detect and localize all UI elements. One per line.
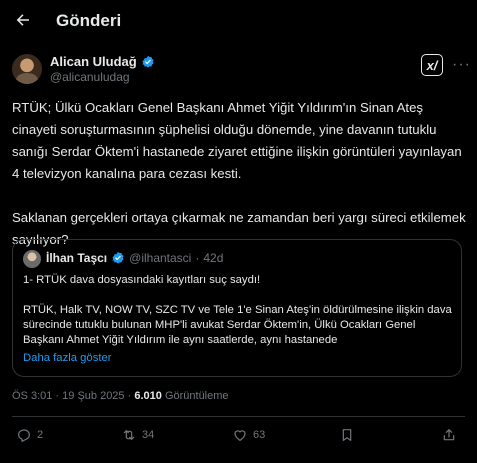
grok-icon: x/	[426, 57, 438, 73]
quote-text: 1- RTÜK dava dosyasındaki kayıtları suç …	[23, 274, 452, 346]
meta-separator: ·	[127, 390, 132, 402]
tweet-meta: ÖS 3:01 · 19 Şub 2025 · 6.010 Görüntülem…	[12, 390, 229, 402]
quote-age: 42d	[203, 251, 224, 265]
quote-author-avatar	[23, 250, 41, 268]
share-button[interactable]	[441, 427, 457, 443]
reply-icon	[18, 429, 30, 442]
quote-author-handle: @ilhantasci	[129, 251, 192, 265]
more-horizontal-icon: ···	[452, 56, 471, 73]
grok-button[interactable]: x/	[421, 54, 443, 76]
repost-icon	[123, 430, 135, 440]
bookmark-button[interactable]	[339, 427, 355, 443]
meta-separator: ·	[55, 390, 60, 402]
like-count: 63	[253, 429, 266, 441]
back-button[interactable]	[12, 9, 34, 31]
quote-author-name: İlhan Taşcı	[46, 251, 108, 265]
tweet-time[interactable]: ÖS 3:01	[12, 390, 52, 402]
verified-badge-icon	[142, 55, 154, 68]
arrow-left-icon	[16, 14, 29, 26]
share-icon	[443, 429, 455, 441]
author-name[interactable]: Alican Uludağ	[50, 54, 137, 69]
repost-button[interactable]: 34	[121, 427, 154, 443]
repost-count: 34	[142, 429, 155, 441]
action-bar: 2 34 63	[0, 427, 477, 451]
author-handle[interactable]: @alicanuludag	[50, 70, 130, 84]
page-title: Gönderi	[56, 11, 122, 30]
show-more-link[interactable]: Daha fazla göster	[23, 352, 112, 364]
more-options-button[interactable]: ···	[452, 56, 471, 74]
tweet-text: RTÜK; Ülkü Ocakları Genel Başkanı Ahmet …	[12, 100, 466, 247]
author-avatar[interactable]	[12, 54, 42, 84]
heart-icon	[234, 430, 246, 441]
quoted-tweet[interactable]: İlhan Taşcı @ilhantasci · 42d 1- RTÜK da…	[12, 239, 462, 377]
views-label: Görüntüleme	[164, 390, 229, 402]
tweet-date[interactable]: 19 Şub 2025	[62, 390, 124, 402]
reply-count: 2	[37, 429, 44, 441]
verified-badge-icon	[112, 251, 124, 264]
quote-header: İlhan Taşcı @ilhantasci · 42d	[46, 251, 223, 265]
top-bar: Gönderi	[0, 0, 477, 42]
bookmark-icon	[342, 429, 352, 441]
quote-separator: ·	[195, 251, 200, 265]
divider	[12, 416, 465, 417]
views-count: 6.010	[134, 390, 162, 402]
reply-button[interactable]: 2	[16, 427, 43, 443]
author-name-row[interactable]: Alican Uludağ	[50, 54, 155, 69]
like-button[interactable]: 63	[232, 427, 265, 443]
